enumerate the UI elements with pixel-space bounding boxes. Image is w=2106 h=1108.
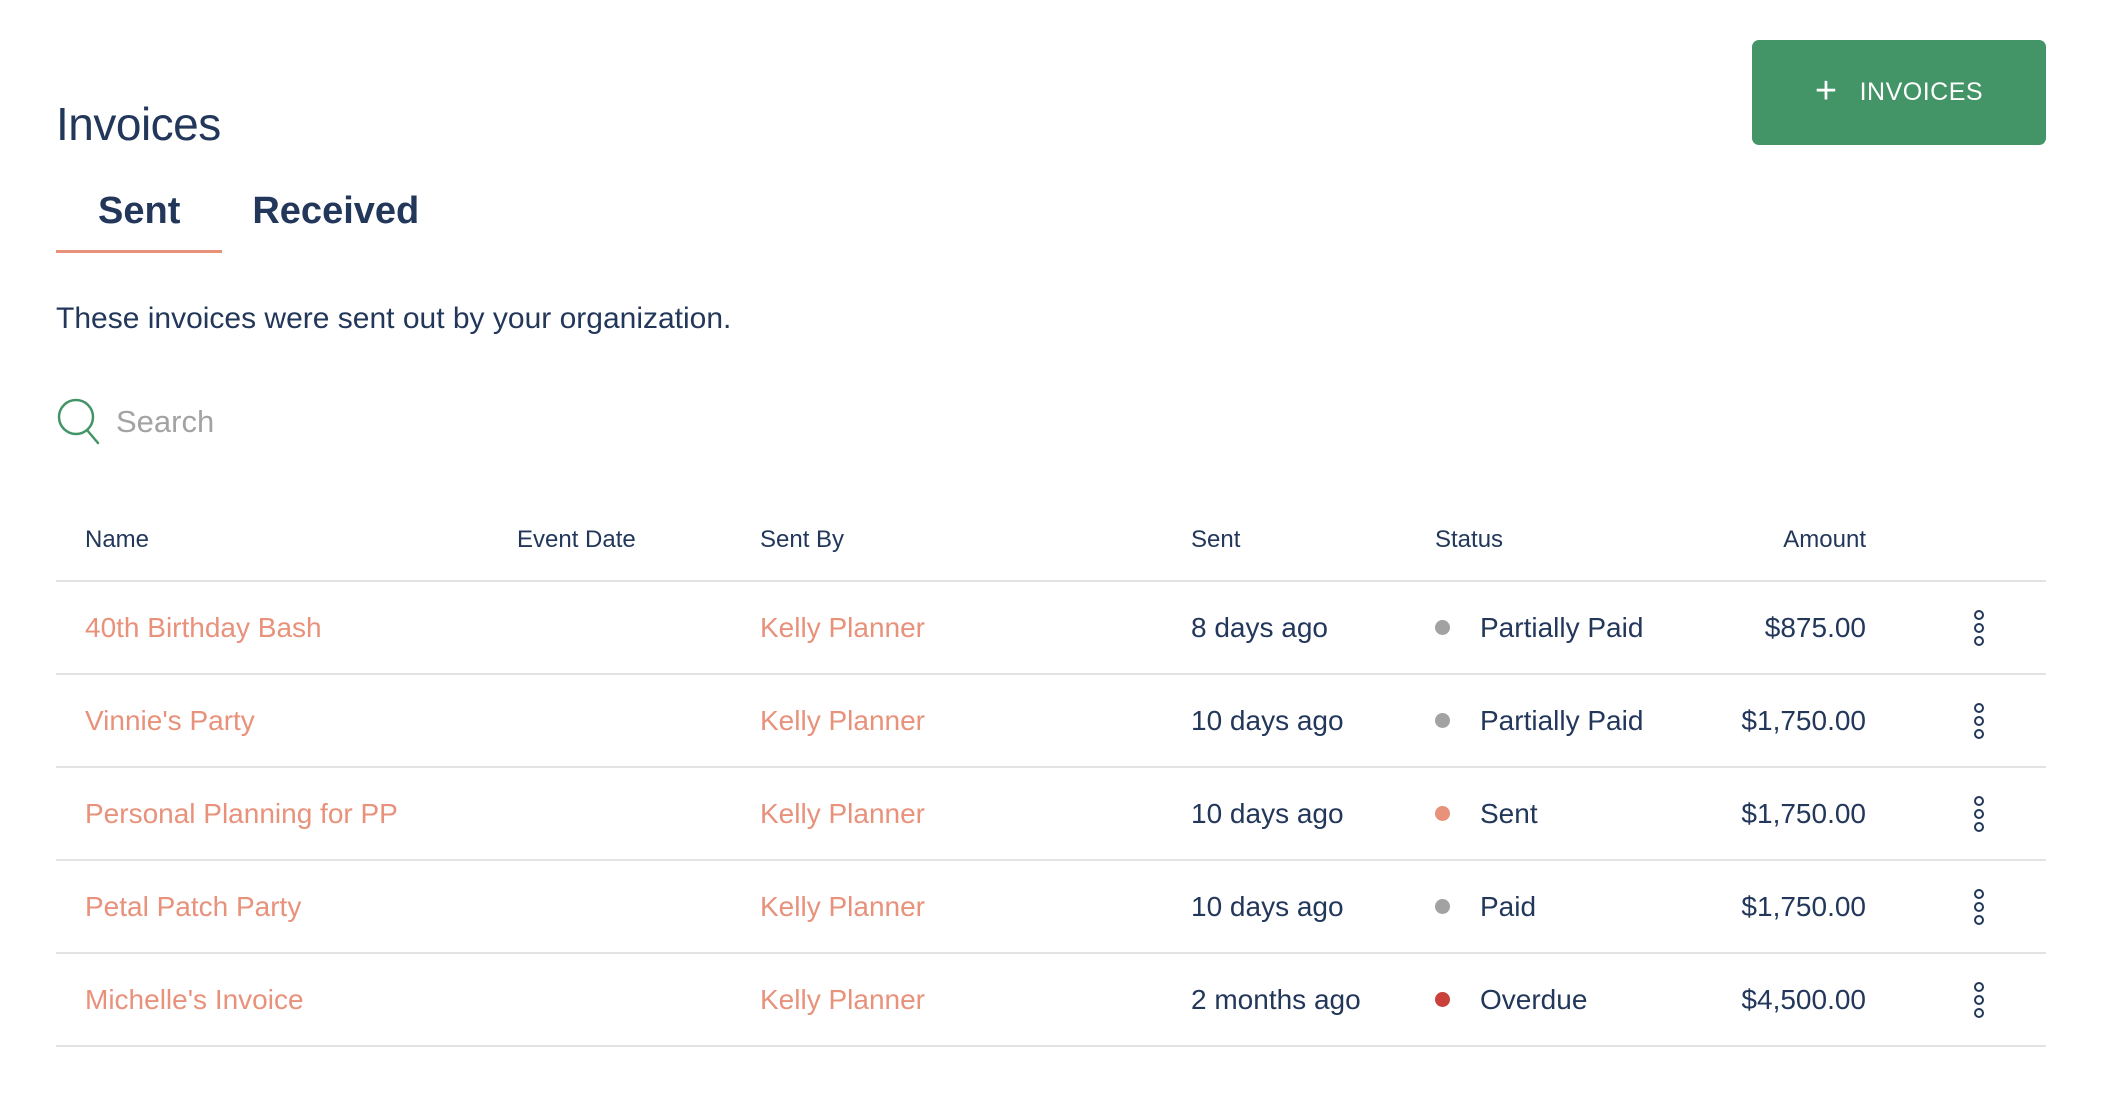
sent-time: 10 days ago	[1191, 890, 1344, 922]
search-input[interactable]	[114, 403, 718, 441]
more-vertical-icon	[1966, 978, 1992, 1022]
amount: $1,750.00	[1741, 704, 1866, 736]
status: Partially Paid	[1435, 705, 1643, 737]
invoice-name-link[interactable]: Petal Patch Party	[85, 891, 301, 923]
more-vertical-icon	[1966, 885, 1992, 929]
status-label: Partially Paid	[1480, 704, 1644, 736]
status-label: Sent	[1480, 797, 1538, 829]
status-dot-icon	[1435, 806, 1450, 821]
table-row: Michelle's Invoice Kelly Planner 2 month…	[56, 954, 2046, 1047]
status-label: Overdue	[1480, 983, 1588, 1015]
invoices-table: Name Event Date Sent By Sent Status Amou…	[56, 500, 2046, 1047]
amount: $1,750.00	[1741, 890, 1866, 922]
status-label: Paid	[1480, 890, 1537, 922]
sent-by-link[interactable]: Kelly Planner	[760, 891, 925, 923]
invoice-name-link[interactable]: Vinnie's Party	[85, 705, 255, 737]
page-title: Invoices	[56, 97, 221, 150]
invoice-name-link[interactable]: Michelle's Invoice	[85, 984, 304, 1016]
search-icon	[57, 398, 100, 445]
status-dot-icon	[1435, 992, 1450, 1007]
plus-icon: +	[1814, 69, 1838, 112]
status: Paid	[1435, 891, 1536, 923]
sent-time: 10 days ago	[1191, 797, 1344, 829]
column-header-status[interactable]: Status	[1435, 526, 1503, 554]
invoice-name-link[interactable]: 40th Birthday Bash	[85, 612, 322, 644]
tab-received[interactable]: Received	[222, 190, 461, 253]
status-dot-icon	[1435, 899, 1450, 914]
column-header-sent[interactable]: Sent	[1191, 526, 1240, 554]
table-row: Personal Planning for PP Kelly Planner 1…	[56, 768, 2046, 861]
sent-time: 10 days ago	[1191, 704, 1344, 736]
amount: $875.00	[1764, 611, 1866, 643]
search-bar	[56, 397, 718, 447]
status-dot-icon	[1435, 620, 1450, 635]
amount: $4,500.00	[1741, 983, 1866, 1015]
more-vertical-icon	[1966, 699, 1992, 743]
more-vertical-icon	[1966, 792, 1992, 836]
table-row: Vinnie's Party Kelly Planner 10 days ago…	[56, 675, 2046, 768]
column-header-event-date[interactable]: Event Date	[517, 526, 636, 554]
row-menu-button[interactable]	[1966, 978, 1992, 1022]
row-menu-button[interactable]	[1966, 606, 1992, 650]
table-row: Petal Patch Party Kelly Planner 10 days …	[56, 861, 2046, 954]
amount: $1,750.00	[1741, 797, 1866, 829]
status: Sent	[1435, 798, 1538, 830]
sent-by-link[interactable]: Kelly Planner	[760, 612, 925, 644]
sent-by-link[interactable]: Kelly Planner	[760, 705, 925, 737]
invoice-name-link[interactable]: Personal Planning for PP	[85, 798, 398, 830]
sent-by-link[interactable]: Kelly Planner	[760, 984, 925, 1016]
add-invoice-button[interactable]: + INVOICES	[1752, 40, 2046, 145]
status-dot-icon	[1435, 713, 1450, 728]
status: Overdue	[1435, 984, 1587, 1016]
sent-time: 8 days ago	[1191, 611, 1328, 643]
sent-time: 2 months ago	[1191, 983, 1361, 1015]
invoice-tabs: Sent Received	[56, 190, 461, 253]
status: Partially Paid	[1435, 612, 1643, 644]
row-menu-button[interactable]	[1966, 792, 1992, 836]
table-row: 40th Birthday Bash Kelly Planner 8 days …	[56, 582, 2046, 675]
column-header-amount[interactable]: Amount	[1783, 526, 1866, 554]
column-header-name[interactable]: Name	[85, 526, 149, 554]
column-header-sent-by[interactable]: Sent By	[760, 526, 844, 554]
sent-by-link[interactable]: Kelly Planner	[760, 798, 925, 830]
tab-description: These invoices were sent out by your org…	[56, 302, 732, 335]
more-vertical-icon	[1966, 606, 1992, 650]
add-invoice-label: INVOICES	[1859, 78, 1984, 106]
tab-sent[interactable]: Sent	[56, 190, 223, 253]
table-header: Name Event Date Sent By Sent Status Amou…	[56, 500, 2046, 582]
status-label: Partially Paid	[1480, 611, 1644, 643]
row-menu-button[interactable]	[1966, 699, 1992, 743]
row-menu-button[interactable]	[1966, 885, 1992, 929]
